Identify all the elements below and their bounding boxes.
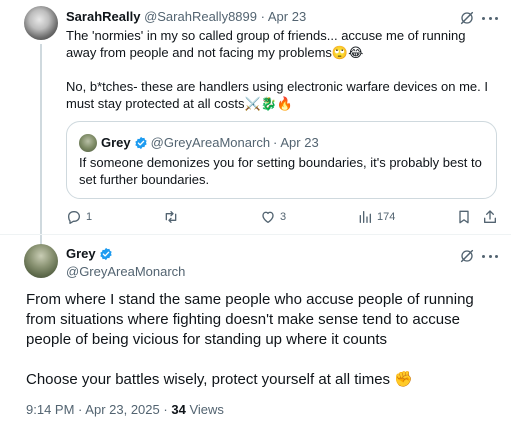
bookmark-button[interactable]: [456, 208, 472, 226]
more-icon[interactable]: [482, 10, 498, 26]
separator-dot: ·: [78, 402, 83, 417]
separator-dot: ·: [260, 9, 265, 24]
views-label: Views: [189, 402, 224, 417]
views-count: 174: [377, 211, 396, 223]
tweet-text-line: The 'normies' in my so called group of f…: [66, 28, 466, 60]
quoted-tweet-header: Grey @GreyAreaMonarch · Apr 23: [101, 135, 319, 150]
author-name-row: Grey: [66, 246, 116, 261]
tweet-meta: 9:14 PM · Apr 23, 2025 · 34 Views: [26, 402, 224, 417]
quoted-tweet-date[interactable]: Apr 23: [280, 135, 318, 150]
separator-dot: ·: [163, 402, 168, 417]
thread-connector-line: [40, 44, 42, 244]
reply-count: 1: [86, 211, 93, 223]
more-icon[interactable]: [482, 248, 498, 264]
author-handle[interactable]: @GreyAreaMonarch: [151, 135, 270, 150]
quoted-tweet[interactable]: Grey @GreyAreaMonarch · Apr 23 If someon…: [66, 121, 497, 199]
tweet-sarahreally[interactable]: SarahReally @SarahReally8899 · Apr 23 Th…: [0, 0, 511, 244]
author-name[interactable]: Grey: [101, 135, 131, 150]
like-button[interactable]: 3: [260, 208, 286, 226]
quoted-tweet-text: If someone demonizes you for setting bou…: [79, 155, 482, 187]
grok-icon[interactable]: [459, 10, 475, 26]
separator-dot: ·: [273, 135, 278, 150]
verified-icon: [134, 136, 147, 149]
tweet-time[interactable]: 9:14 PM: [26, 402, 74, 417]
views-count: 34: [171, 402, 186, 417]
tweet-paragraph: Choose your battles wisely, protect your…: [26, 371, 413, 388]
avatar[interactable]: [24, 244, 58, 278]
grok-icon[interactable]: [459, 248, 475, 264]
author-name[interactable]: SarahReally: [66, 9, 140, 24]
reply-button[interactable]: 1: [66, 208, 92, 226]
views-button[interactable]: 174: [357, 208, 395, 226]
tweet-main: Grey @GreyAreaMonarch From where I stand…: [0, 235, 511, 434]
share-icon: [484, 210, 496, 223]
bookmark-icon: [459, 210, 469, 224]
repost-button[interactable]: [163, 208, 183, 226]
tweet-actions: 1 3 174: [66, 208, 498, 228]
avatar[interactable]: [24, 6, 58, 40]
share-button[interactable]: [482, 208, 498, 226]
tweet-text-line: No, b*tches- these are handlers using el…: [66, 79, 488, 111]
author-name[interactable]: Grey: [66, 246, 96, 261]
like-icon: [262, 211, 274, 223]
tweet-header: SarahReally @SarahReally8899 · Apr 23: [66, 9, 306, 24]
views-icon: [359, 211, 371, 223]
author-handle[interactable]: @SarahReally8899: [144, 9, 257, 24]
repost-icon: [165, 211, 177, 223]
tweet-text: From where I stand the same people who a…: [26, 290, 496, 390]
tweet-date[interactable]: Apr 23: [268, 9, 306, 24]
reply-icon: [68, 211, 80, 224]
author-handle[interactable]: @GreyAreaMonarch: [66, 264, 185, 279]
verified-icon: [99, 247, 112, 260]
tweet-text: The 'normies' in my so called group of f…: [66, 27, 496, 112]
tweet-full-date[interactable]: Apr 23, 2025: [85, 402, 159, 417]
like-count: 3: [280, 211, 287, 223]
avatar[interactable]: [79, 134, 97, 152]
tweet-paragraph: From where I stand the same people who a…: [26, 291, 474, 348]
